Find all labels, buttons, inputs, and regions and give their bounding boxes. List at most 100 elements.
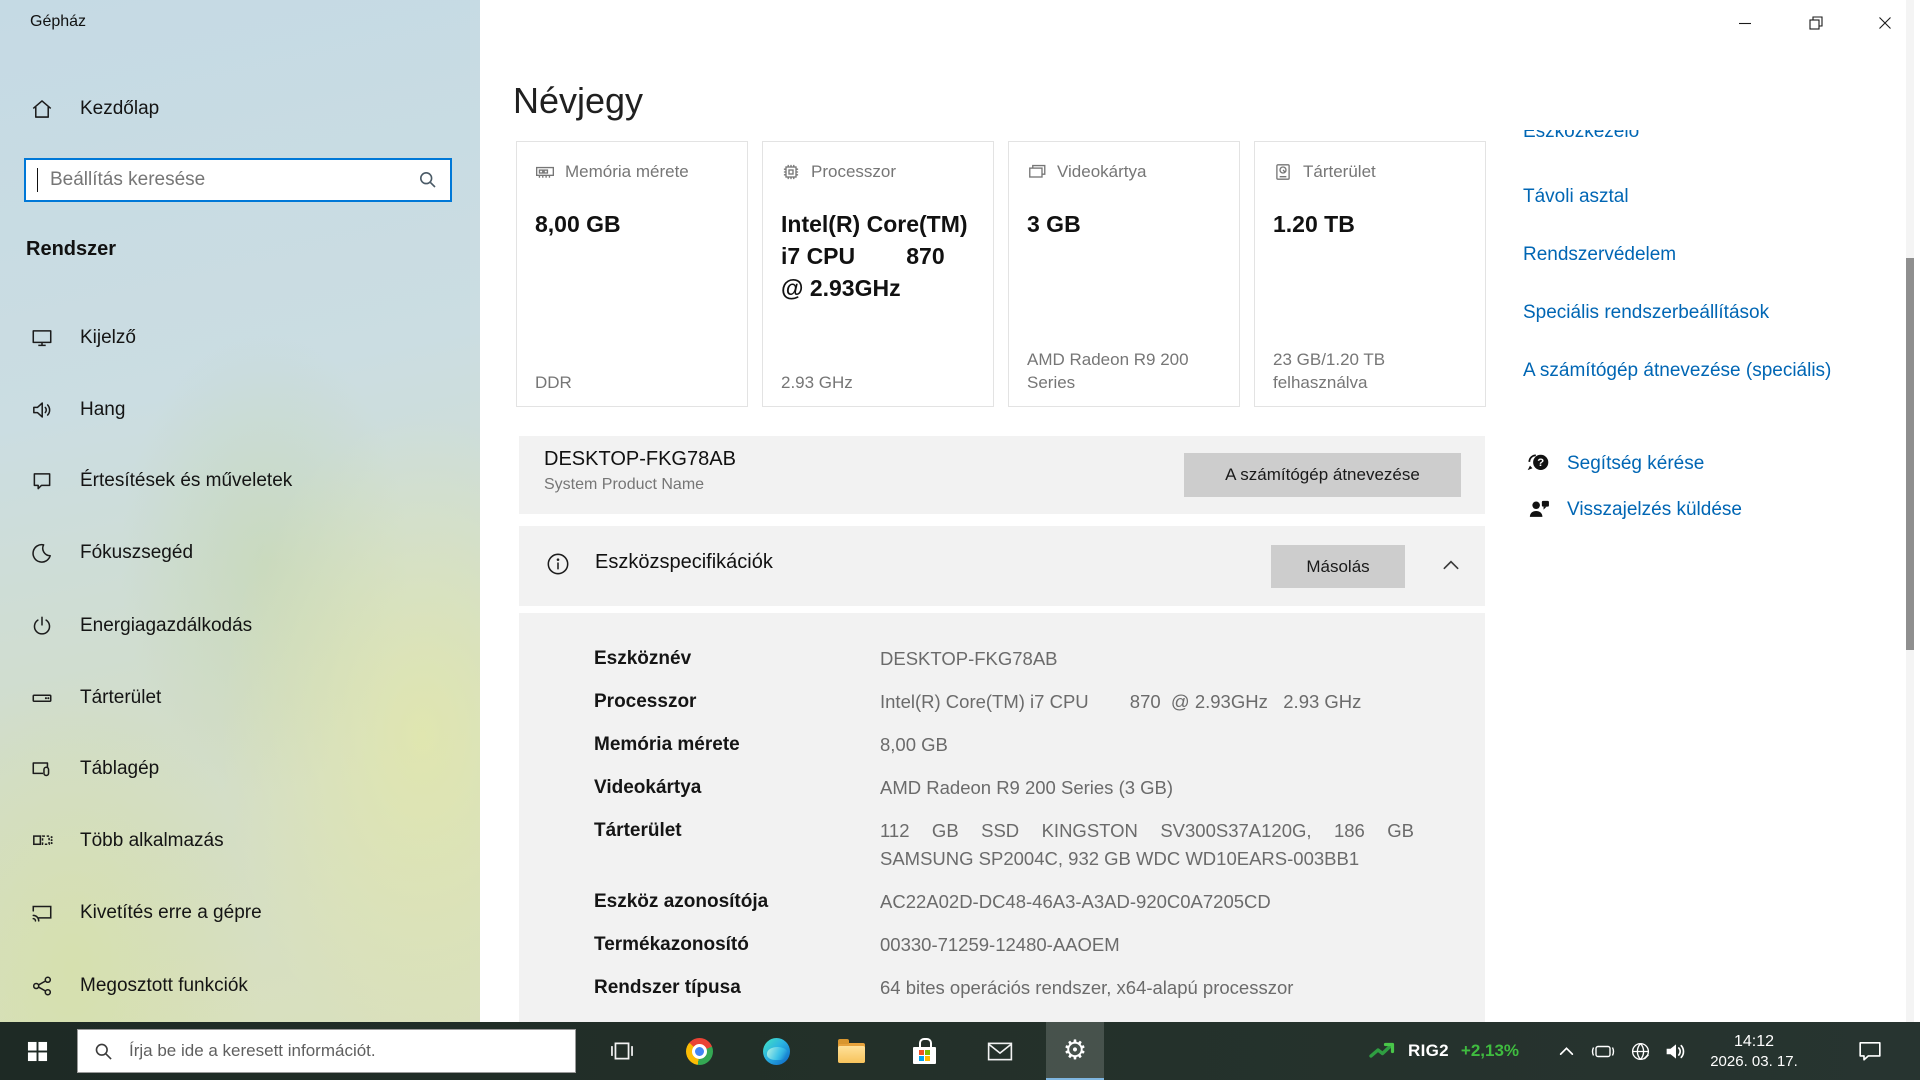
- info-icon: [545, 551, 571, 577]
- display-icon: [30, 326, 54, 350]
- sidebar-item-tablet[interactable]: Táblagép: [30, 755, 159, 783]
- settings-search-input[interactable]: [38, 169, 418, 191]
- sidebar-item-sound[interactable]: Hang: [30, 396, 125, 424]
- power-icon: [30, 614, 54, 638]
- search-icon[interactable]: [418, 170, 438, 190]
- spec-label: Eszköz azonosítója: [594, 891, 769, 912]
- scrollbar-thumb[interactable]: [1906, 258, 1914, 650]
- notification-icon: [30, 469, 54, 493]
- minimize-button[interactable]: [1713, 0, 1777, 46]
- file-explorer-icon[interactable]: [822, 1022, 880, 1080]
- sidebar-section-header: Rendszer: [26, 238, 117, 260]
- ram-icon: [535, 162, 555, 182]
- microsoft-store-icon[interactable]: [896, 1022, 954, 1080]
- card-label: Videokártya: [1057, 162, 1147, 181]
- memory-card: Memória mérete 8,00 GB DDR: [516, 141, 748, 407]
- card-footer: 2.93 GHz: [781, 373, 853, 392]
- sidebar-item-projecting[interactable]: Kivetítés erre a gépre: [30, 899, 262, 927]
- card-footer: AMD Radeon R9 200 Series: [1027, 350, 1189, 392]
- help-link-get-help[interactable]: ? Segítség kérése: [1525, 452, 1704, 476]
- device-specs-body-panel: Eszköznév DESKTOP-FKG78AB Processzor Int…: [519, 613, 1485, 1022]
- copy-button[interactable]: Másolás: [1271, 545, 1405, 588]
- sidebar-item-label: Értesítések és műveletek: [80, 470, 293, 491]
- spec-value-line1: 112 GB SSD KINGSTON SV300S37A120G, 186 G…: [880, 820, 1414, 841]
- drive-icon: [30, 686, 54, 710]
- processor-card: Processzor Intel(R) Core(TM) i7 CPU 870 …: [762, 141, 994, 407]
- collapse-chevron-icon[interactable]: [1441, 557, 1461, 573]
- cast-tray-icon[interactable]: [1585, 1022, 1621, 1080]
- related-link-system-protection[interactable]: Rendszervédelem: [1523, 244, 1676, 266]
- device-name-panel: DESKTOP-FKG78AB System Product Name A sz…: [519, 436, 1485, 514]
- page-title: Névjegy: [513, 80, 644, 121]
- action-center-icon[interactable]: [1846, 1022, 1894, 1080]
- spec-value-line2: SAMSUNG SP2004C, 932 GB WDC WD10EARS-003…: [880, 848, 1360, 869]
- gpu-icon: [1027, 162, 1047, 182]
- spec-label: Processzor: [594, 691, 697, 712]
- svg-text:?: ?: [1537, 457, 1544, 469]
- card-value: 1.20 TB: [1273, 211, 1355, 237]
- sidebar-item-shared-experiences[interactable]: Megosztott funkciók: [30, 972, 248, 1000]
- sidebar-item-label: Tárterület: [80, 687, 162, 708]
- sidebar-item-notifications[interactable]: Értesítések és műveletek: [30, 467, 292, 495]
- related-link-device-manager-clipped[interactable]: Eszközkezelő: [1523, 130, 1639, 147]
- taskbar-search-input[interactable]: [127, 1040, 575, 1062]
- sidebar-item-power[interactable]: Energiagazdálkodás: [30, 612, 252, 640]
- card-label: Processzor: [811, 162, 897, 181]
- sidebar-item-label: Fókuszsegéd: [80, 542, 194, 563]
- sidebar-item-focus-assist[interactable]: Fókuszsegéd: [30, 539, 193, 567]
- sidebar-item-label: Táblagép: [80, 758, 160, 779]
- clock-date: 2026. 03. 17.: [1710, 1052, 1798, 1070]
- tablet-icon: [30, 757, 54, 781]
- settings-search-box[interactable]: [24, 158, 452, 202]
- apps-icon: [30, 829, 54, 853]
- card-footer: DDR: [535, 373, 572, 392]
- start-button[interactable]: [8, 1022, 66, 1080]
- card-label: Memória mérete: [565, 162, 689, 181]
- card-footer: 23 GB/1.20 TB felhasználva: [1273, 350, 1386, 392]
- chrome-icon[interactable]: [670, 1022, 728, 1080]
- card-label: Tárterület: [1303, 162, 1376, 181]
- tray-chevron-icon[interactable]: [1548, 1022, 1584, 1080]
- stock-trend-icon: [1368, 1040, 1396, 1062]
- cast-icon: [30, 901, 54, 925]
- task-view-button[interactable]: [593, 1022, 651, 1080]
- ticker-tray-item[interactable]: RIG2 +2,13%: [1368, 1022, 1519, 1080]
- spec-label: Termékazonosító: [594, 934, 749, 955]
- spec-value: AC22A02D-DC48-46A3-A3AD-920C0A7205CD: [880, 891, 1271, 912]
- taskbar: ⚙ RIG2 +2,13%: [0, 1022, 1920, 1080]
- device-name: DESKTOP-FKG78AB: [544, 448, 736, 470]
- volume-icon[interactable]: [1658, 1022, 1694, 1080]
- related-link-rename-pc-advanced[interactable]: A számítógép átnevezése (speciális): [1523, 360, 1831, 382]
- help-chat-icon: ?: [1525, 452, 1551, 476]
- desktop-screen: Gépház Kezdőlap Rendszer: [0, 0, 1920, 1080]
- card-value: Intel(R) Core(TM) i7 CPU 870 @ 2.93GHz: [781, 211, 968, 301]
- network-globe-icon[interactable]: [1622, 1022, 1658, 1080]
- related-link-remote-desktop[interactable]: Távoli asztal: [1523, 186, 1629, 208]
- feedback-icon: [1527, 498, 1551, 521]
- taskbar-search-box[interactable]: [77, 1029, 576, 1073]
- related-link-advanced-system-settings[interactable]: Speciális rendszerbeállítások: [1523, 302, 1769, 324]
- sidebar-item-storage[interactable]: Tárterület: [30, 684, 161, 712]
- spec-value: AMD Radeon R9 200 Series (3 GB): [880, 777, 1174, 798]
- edge-icon[interactable]: [747, 1022, 805, 1080]
- settings-sidebar: Gépház Kezdőlap Rendszer: [0, 0, 480, 1022]
- spec-value: DESKTOP-FKG78AB: [880, 648, 1058, 669]
- spec-value: 00330-71259-12480-AAOEM: [880, 934, 1120, 955]
- settings-app-taskbar-button[interactable]: ⚙: [1046, 1022, 1104, 1080]
- gear-icon: ⚙: [1062, 1034, 1088, 1066]
- sidebar-item-multitasking[interactable]: Több alkalmazás: [30, 827, 224, 855]
- spec-label: Memória mérete: [594, 734, 740, 755]
- sidebar-item-home[interactable]: Kezdőlap: [30, 95, 159, 123]
- scrollbar-track[interactable]: [1906, 0, 1914, 1022]
- device-subtitle: System Product Name: [544, 476, 705, 493]
- help-link-send-feedback[interactable]: Visszajelzés küldése: [1527, 498, 1742, 521]
- restore-button[interactable]: [1784, 0, 1848, 46]
- sidebar-item-display[interactable]: Kijelző: [30, 324, 136, 352]
- taskbar-clock[interactable]: 14:12 2026. 03. 17.: [1694, 1022, 1814, 1080]
- spec-value: 8,00 GB: [880, 734, 948, 755]
- sidebar-item-label: Több alkalmazás: [80, 830, 224, 851]
- mail-icon[interactable]: [971, 1022, 1029, 1080]
- rename-pc-button[interactable]: A számítógép átnevezése: [1184, 453, 1461, 497]
- sidebar-item-label: Kivetítés erre a gépre: [80, 902, 262, 923]
- sidebar-item-label: Kezdőlap: [80, 98, 160, 119]
